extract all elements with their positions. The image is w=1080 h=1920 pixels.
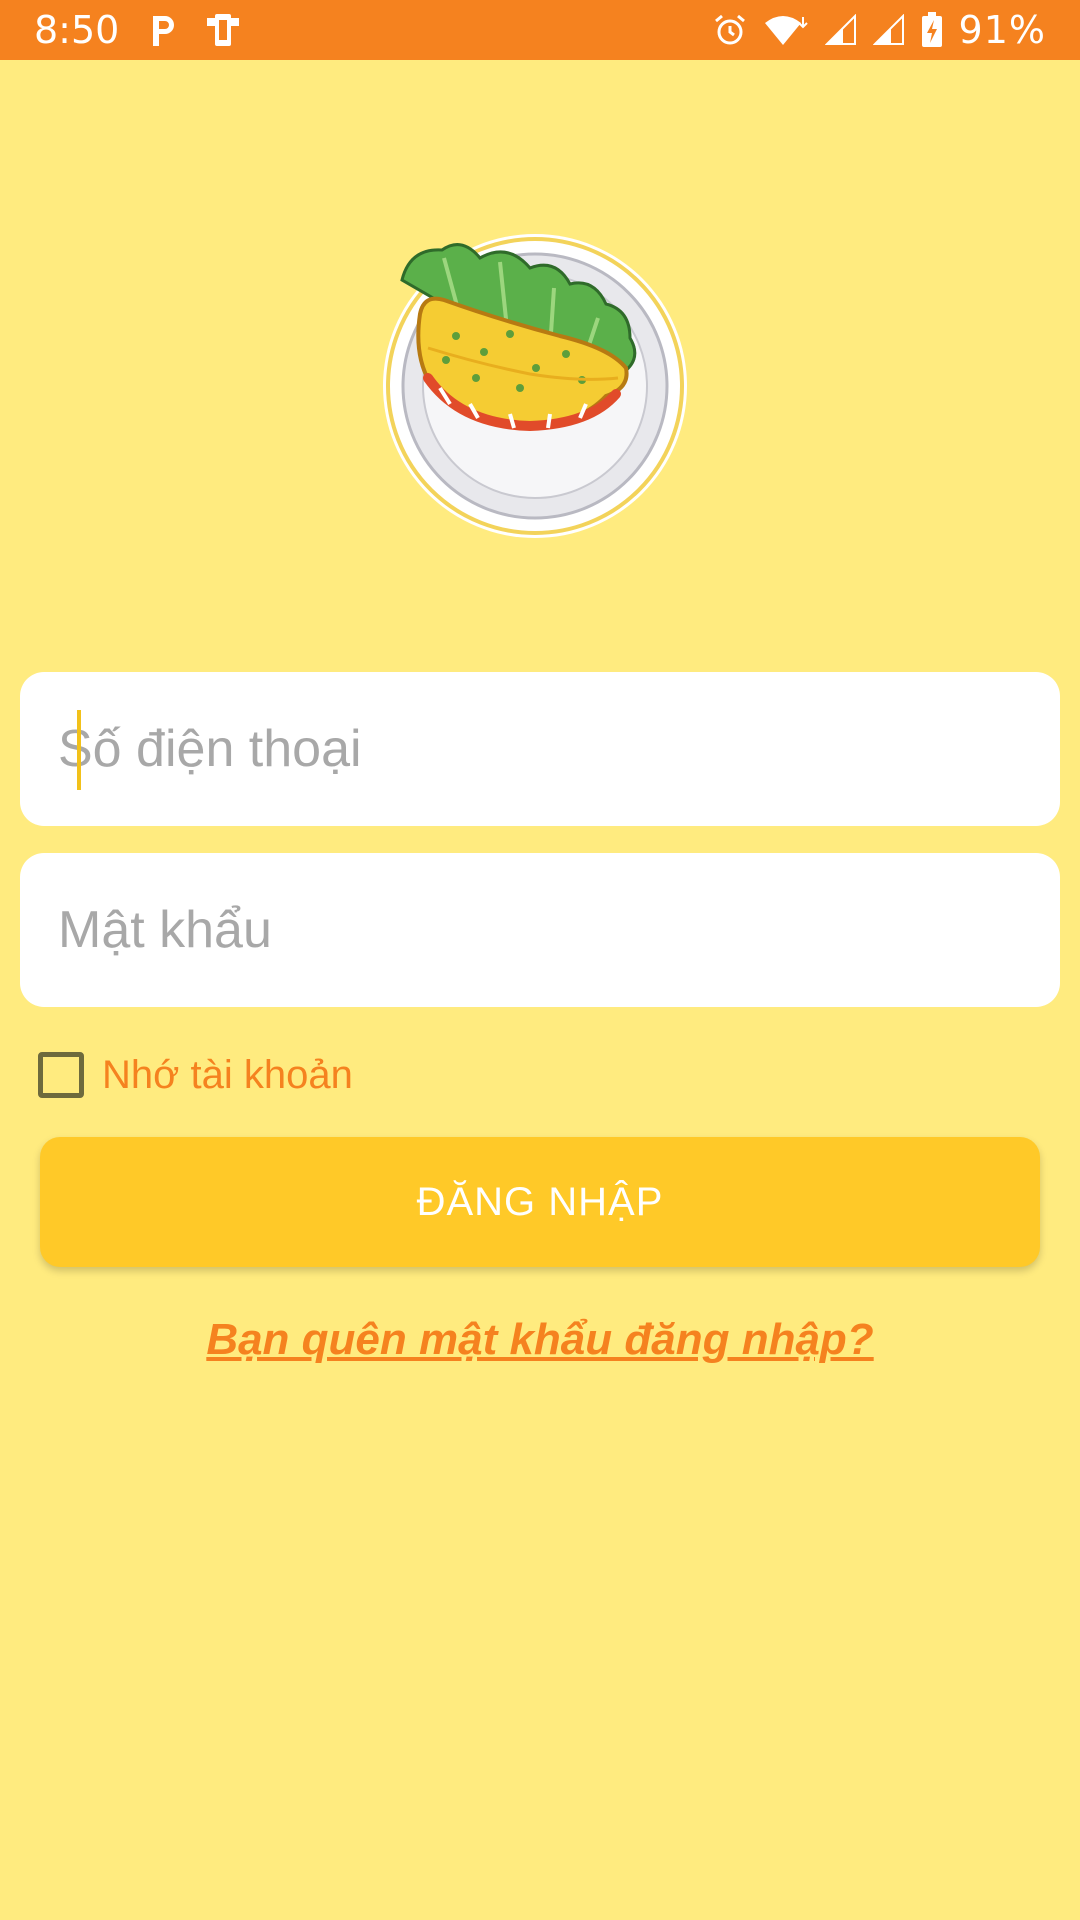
text-cursor (77, 710, 81, 790)
wifi-icon (764, 16, 808, 45)
battery-icon (921, 12, 942, 47)
remember-label[interactable]: Nhớ tài khoản (102, 1053, 353, 1098)
phone-input[interactable] (58, 719, 1060, 779)
banh-xeo-logo-icon (383, 234, 687, 538)
phone-field-container[interactable] (20, 672, 1060, 826)
password-input[interactable] (58, 900, 1060, 960)
signal-icon (872, 14, 904, 45)
login-button[interactable]: ĐĂNG NHẬP (40, 1137, 1040, 1267)
remember-account-row[interactable]: Nhớ tài khoản (38, 1052, 353, 1098)
forgot-password-link[interactable]: Bạn quên mật khẩu đăng nhập? (0, 1315, 1080, 1365)
phone-screen-icon (207, 14, 240, 46)
alarm-icon (714, 14, 745, 45)
remember-checkbox[interactable] (38, 1052, 84, 1098)
status-bar: 8:50 91% (0, 0, 1080, 60)
battery-percentage: 91% (958, 8, 1046, 52)
parking-icon (153, 16, 175, 46)
password-field-container[interactable] (20, 853, 1060, 1007)
status-time: 8:50 (34, 8, 120, 52)
signal-icon (824, 14, 856, 45)
